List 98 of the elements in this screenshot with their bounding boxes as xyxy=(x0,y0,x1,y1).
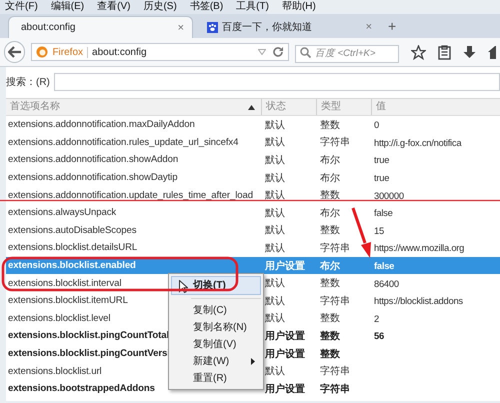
menu-item[interactable]: 历史(S) xyxy=(143,0,177,14)
pref-name[interactable]: extensions.addonnotification.maxDailyAddon xyxy=(6,119,195,130)
pref-value: 56 xyxy=(373,330,384,342)
pref-status: 用户设置 xyxy=(264,329,305,343)
menu-item[interactable]: 书签(B) xyxy=(190,0,224,14)
pref-type: 字符串 xyxy=(319,294,350,308)
search-input[interactable] xyxy=(54,73,500,91)
submenu-arrow-icon xyxy=(251,358,255,365)
pref-type: 字符串 xyxy=(319,382,350,396)
pref-value: false xyxy=(373,260,394,272)
pref-type: 整数 xyxy=(319,312,340,326)
download-icon[interactable] xyxy=(463,44,476,60)
pref-type: 布尔 xyxy=(319,206,340,220)
pref-type: 整数 xyxy=(319,277,340,290)
pref-type: 布尔 xyxy=(319,172,340,185)
menu-item[interactable]: 重置(R) xyxy=(169,370,263,387)
url-text: about:config xyxy=(92,46,148,58)
pref-name[interactable]: extensions.addonnotification.rules_update_url_sincefx4 xyxy=(6,136,238,148)
address-bar[interactable]: Firefox about:config xyxy=(31,43,289,61)
pref-name[interactable]: extensions.blocklist.pingCountVersi xyxy=(6,348,170,360)
pref-type: 整数 xyxy=(319,189,340,202)
pref-value: true xyxy=(373,172,390,184)
pref-value: 86400 xyxy=(373,278,399,289)
pref-status: 默认 xyxy=(264,189,285,202)
pref-name[interactable]: extensions.blocklist.itemURL xyxy=(6,295,128,306)
pref-name[interactable]: extensions.blocklist.level xyxy=(6,312,110,324)
pref-value: 15 xyxy=(373,224,384,236)
menu-item[interactable]: 帮助(H) xyxy=(282,0,316,14)
home-icon[interactable] xyxy=(488,44,496,60)
pref-status: 默认 xyxy=(264,312,285,326)
pref-value: true xyxy=(373,154,390,166)
menu-item[interactable]: 工具(T) xyxy=(236,0,269,14)
pref-name[interactable]: extensions.bootstrappedAddons xyxy=(6,383,155,394)
new-tab-button[interactable]: + xyxy=(388,18,396,34)
search-label: 搜索：(R) xyxy=(6,76,50,89)
back-icon xyxy=(8,46,22,58)
menu-item[interactable]: 新建(W) xyxy=(169,353,263,370)
menu-item[interactable]: 复制(C) xyxy=(169,302,263,319)
pref-name[interactable]: extensions.addonnotification.showAddon xyxy=(6,154,178,166)
pref-name[interactable]: extensions.blocklist.interval xyxy=(6,278,122,289)
browser-tab[interactable]: 百度一下，你就知道 × xyxy=(195,16,380,38)
cursor-icon xyxy=(179,280,188,293)
identity-label: Firefox xyxy=(52,46,88,58)
pref-value: http://i.g-fox.cn/notifica xyxy=(373,136,462,148)
pref-status: 默认 xyxy=(264,172,285,185)
pref-status: 默认 xyxy=(264,294,285,308)
paw-icon xyxy=(207,22,218,32)
tab-title: about:config xyxy=(21,22,76,33)
pref-type: 字符串 xyxy=(319,364,350,378)
pref-type: 整数 xyxy=(319,348,340,361)
pref-name[interactable]: extensions.alwaysUnpack xyxy=(6,207,116,218)
pref-type: 布尔 xyxy=(319,154,340,167)
back-button[interactable] xyxy=(4,41,26,63)
pref-status: 默认 xyxy=(264,365,285,378)
pref-type: 整数 xyxy=(319,118,340,132)
pref-value: 2 xyxy=(373,312,379,324)
menu-item[interactable]: 复制值(V) xyxy=(169,336,263,353)
pref-type: 布尔 xyxy=(318,260,340,273)
pref-name[interactable]: extensions.blocklist.pingCountTotal xyxy=(6,330,170,342)
pref-value: https://www.mozilla.org xyxy=(373,242,464,254)
pref-type: 整数 xyxy=(319,224,340,238)
pref-value: https://blocklist.addons xyxy=(373,295,463,306)
pref-status: 默认 xyxy=(264,118,285,132)
browser-tab[interactable]: about:config × xyxy=(8,16,193,38)
pref-status: 默认 xyxy=(264,277,285,290)
menu-item[interactable]: 文件(F) xyxy=(5,0,38,14)
pref-value: 0 xyxy=(373,119,379,130)
close-tab-button[interactable]: × xyxy=(178,22,184,34)
search-icon xyxy=(300,47,311,58)
pref-status: 默认 xyxy=(264,154,285,167)
tab-title: 百度一下，你就知道 xyxy=(222,20,313,34)
menu-item[interactable]: 复制名称(N) xyxy=(169,319,263,336)
pref-type: 字符串 xyxy=(319,136,350,150)
search-field[interactable]: 百度 <Ctrl+K> xyxy=(295,44,399,62)
pref-status: 用户设置 xyxy=(264,259,305,273)
pref-name[interactable]: extensions.addonnotification.update_rules_time_after_load xyxy=(6,190,253,201)
star-icon[interactable] xyxy=(411,44,426,60)
menu-item[interactable]: 查看(V) xyxy=(97,0,130,14)
firefox-logo-icon xyxy=(36,46,48,58)
pref-name[interactable]: extensions.autoDisableScopes xyxy=(6,224,136,236)
annotation-arrow xyxy=(352,208,371,258)
pref-value: false xyxy=(373,207,393,218)
pref-status: 用户设置 xyxy=(264,382,305,396)
pref-value: 300000 xyxy=(373,190,404,201)
pref-type: 字符串 xyxy=(319,242,350,255)
pref-name[interactable]: extensions.addonnotification.showDaytip xyxy=(6,172,178,184)
reload-icon[interactable] xyxy=(272,46,284,58)
pref-type: 整数 xyxy=(319,330,340,343)
pref-status: 默认 xyxy=(264,206,285,220)
sort-arrow-icon xyxy=(248,104,255,110)
clipboard-icon[interactable] xyxy=(438,44,451,60)
pref-status: 默认 xyxy=(264,224,285,238)
menu-item[interactable]: 编辑(E) xyxy=(50,0,84,14)
pref-name[interactable]: extensions.blocklist.detailsURL xyxy=(6,242,138,254)
pref-name[interactable]: extensions.blocklist.url xyxy=(6,366,102,377)
pref-status: 用户设置 xyxy=(264,347,305,361)
pref-status: 默认 xyxy=(264,242,285,255)
pref-status: 默认 xyxy=(264,136,285,150)
